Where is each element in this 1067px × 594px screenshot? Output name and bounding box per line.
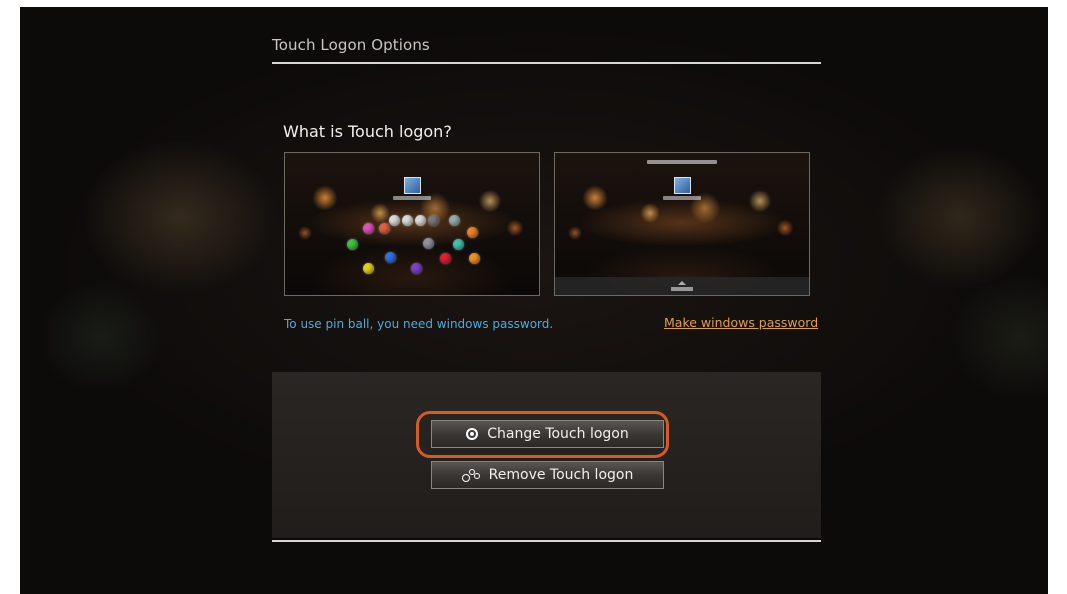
unlock-arrow-icon: [678, 281, 686, 285]
pin-ball-icon: [469, 253, 480, 264]
pin-ball-icon: [402, 215, 413, 226]
unlock-bar: [555, 277, 809, 295]
remove-touch-logon-label: Remove Touch logon: [488, 467, 634, 483]
pin-ball-icon: [389, 215, 400, 226]
change-touch-logon-label: Change Touch logon: [487, 426, 629, 442]
section-heading: What is Touch logon?: [283, 122, 452, 141]
user-tile-icon: [404, 177, 421, 194]
pin-ball-icon: [379, 223, 390, 234]
unlock-text-placeholder: [671, 287, 693, 291]
pin-ball-icon: [347, 239, 358, 250]
header-divider: [272, 62, 821, 64]
pin-ball-icon: [453, 239, 464, 250]
user-tile-icon: [674, 177, 691, 194]
change-touch-logon-button[interactable]: Change Touch logon: [431, 420, 664, 448]
pin-ball-icon: [449, 215, 460, 226]
ring-icon: [466, 428, 479, 440]
bokeh-background: [285, 153, 539, 295]
bokeh-background: [555, 153, 809, 295]
pin-ball-icon: [385, 252, 396, 263]
pin-ball-preview-image: [284, 152, 540, 296]
pin-ball-icon: [440, 253, 451, 264]
balls-icon: [461, 468, 480, 482]
footer-divider: [272, 540, 821, 542]
user-name-placeholder: [393, 196, 431, 200]
pin-ball-icon: [363, 263, 374, 274]
date-time-placeholder: [647, 160, 717, 164]
user-name-placeholder: [663, 196, 701, 200]
make-windows-password-link[interactable]: Make windows password: [664, 315, 818, 330]
pin-ball-icon: [363, 223, 374, 234]
pin-ball-icon: [415, 215, 426, 226]
password-requirement-text: To use pin ball, you need windows passwo…: [284, 317, 554, 331]
pin-ball-icon: [467, 227, 478, 238]
pin-ball-icon: [428, 215, 439, 226]
touch-logon-screen: Touch Logon Options What is Touch logon?: [20, 7, 1048, 594]
pin-ball-icon: [411, 263, 422, 274]
unlock-preview-image: [554, 152, 810, 296]
remove-touch-logon-button[interactable]: Remove Touch logon: [431, 461, 664, 489]
page-title: Touch Logon Options: [272, 36, 430, 54]
pin-ball-icon: [423, 238, 434, 249]
